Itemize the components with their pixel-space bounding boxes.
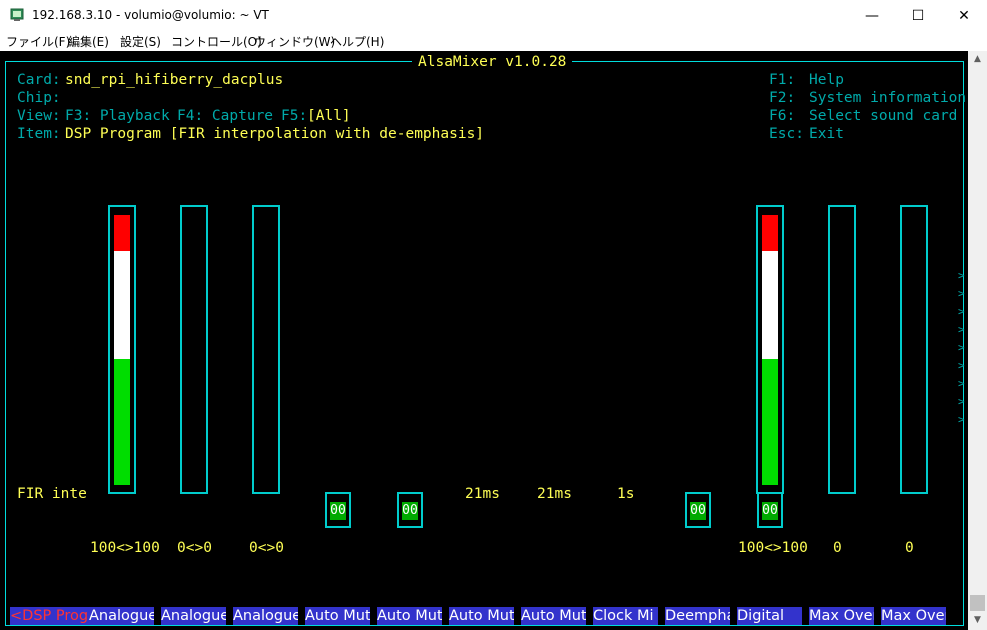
minimize-button[interactable]: — [849, 0, 895, 31]
digital-switch[interactable]: 00 [757, 492, 783, 528]
meter-red-segment [114, 215, 130, 251]
switch-state: 00 [690, 502, 706, 520]
menu-help[interactable]: ヘルプ(H) [330, 33, 384, 50]
analogue-3-level: 0<>0 [249, 540, 284, 556]
auto-mute-time-right: 21ms [537, 486, 572, 502]
scroll-right-indicator: > [958, 323, 965, 336]
card-label: Card: [17, 72, 61, 88]
scrollbar-thumb[interactable] [970, 595, 985, 611]
meter-red-segment [762, 215, 778, 251]
chip-label: Chip: [17, 90, 61, 106]
analogue-1-level: 100<>100 [90, 540, 160, 556]
item-value: DSP Program [FIR interpolation with de-e… [65, 126, 485, 142]
switch-state: 00 [402, 502, 418, 520]
help-key-f1: F1: [769, 72, 796, 88]
meter-green-segment [114, 359, 130, 485]
scroll-right-indicator: > [958, 341, 965, 354]
digital-volume-bar[interactable] [756, 205, 784, 494]
view-playback[interactable]: F3: Playback [65, 107, 170, 125]
scroll-right-indicator: > [958, 287, 965, 300]
menu-bar: ファイル(F) 編集(E) 設定(S) コントロール(O) ウィンドウ(W) ヘ… [0, 31, 987, 51]
scroll-right-indicator: > [958, 269, 965, 282]
digital-level: 100<>100 [738, 540, 808, 556]
dsp-program-value: FIR inte [17, 486, 87, 502]
help-key-f2: F2: [769, 90, 796, 106]
switch-state: 00 [330, 502, 346, 520]
item-label: Item: [17, 126, 61, 142]
scroll-up-icon[interactable]: ▲ [968, 54, 987, 64]
window-title: 192.168.3.10 - volumio@volumio: ~ VT [32, 8, 269, 22]
meter-white-segment [762, 251, 778, 359]
help-key-esc: Esc: [769, 126, 804, 142]
menu-edit[interactable]: 編集(E) [68, 33, 109, 50]
view-label: View: [17, 108, 61, 124]
auto-mute-switch-1[interactable]: 00 [325, 492, 351, 528]
clock-value: 1s [617, 486, 635, 502]
scroll-right-indicator: > [958, 395, 965, 408]
terminal-app-icon [10, 8, 24, 21]
window-titlebar[interactable]: 192.168.3.10 - volumio@volumio: ~ VT — ☐… [0, 0, 987, 31]
view-all[interactable]: [All] [307, 107, 351, 125]
scroll-right-indicator: > [958, 305, 965, 318]
menu-window[interactable]: ウィンドウ(W) [254, 33, 335, 50]
menu-settings[interactable]: 設定(S) [120, 33, 161, 50]
auto-mute-switch-2[interactable]: 00 [397, 492, 423, 528]
terminal-area[interactable]: AlsaMixer v1.0.28 Card: snd_rpi_hifiberr… [0, 51, 968, 630]
meter-green-segment [762, 359, 778, 485]
card-value: snd_rpi_hifiberry_dacplus [65, 72, 284, 88]
deemphasis-switch[interactable]: 00 [685, 492, 711, 528]
max-over-2-level: 0 [905, 540, 914, 556]
scroll-right-indicator: > [958, 359, 965, 372]
help-text-f1[interactable]: Help [809, 71, 844, 89]
analogue-3-volume-bar[interactable] [252, 205, 280, 494]
menu-file[interactable]: ファイル(F) [6, 33, 70, 50]
scroll-right-indicator: > [958, 413, 965, 426]
help-text-esc[interactable]: Exit [809, 125, 844, 143]
help-text-f6[interactable]: Select sound card [809, 107, 957, 125]
view-all-key: F5: [281, 108, 308, 124]
help-text-f2[interactable]: System information [809, 89, 966, 107]
max-over-1-bar[interactable] [828, 205, 856, 494]
menu-control[interactable]: コントロール(O) [171, 33, 262, 50]
max-over-1-level: 0 [833, 540, 842, 556]
view-capture[interactable]: F4: Capture [177, 107, 273, 125]
analogue-1-volume-bar[interactable] [108, 205, 136, 494]
analogue-2-volume-bar[interactable] [180, 205, 208, 494]
analogue-2-level: 0<>0 [177, 540, 212, 556]
scroll-right-indicator: > [958, 377, 965, 390]
help-key-f6: F6: [769, 108, 796, 124]
mixer-title: AlsaMixer v1.0.28 [412, 53, 573, 71]
auto-mute-time-left: 21ms [465, 486, 500, 502]
maximize-button[interactable]: ☐ [895, 0, 941, 31]
switch-state: 00 [762, 502, 778, 520]
meter-white-segment [114, 251, 130, 359]
vertical-scrollbar[interactable]: ▲ ▼ [968, 51, 987, 630]
max-over-2-bar[interactable] [900, 205, 928, 494]
scroll-down-icon[interactable]: ▼ [968, 615, 987, 625]
close-button[interactable]: ✕ [941, 0, 987, 31]
